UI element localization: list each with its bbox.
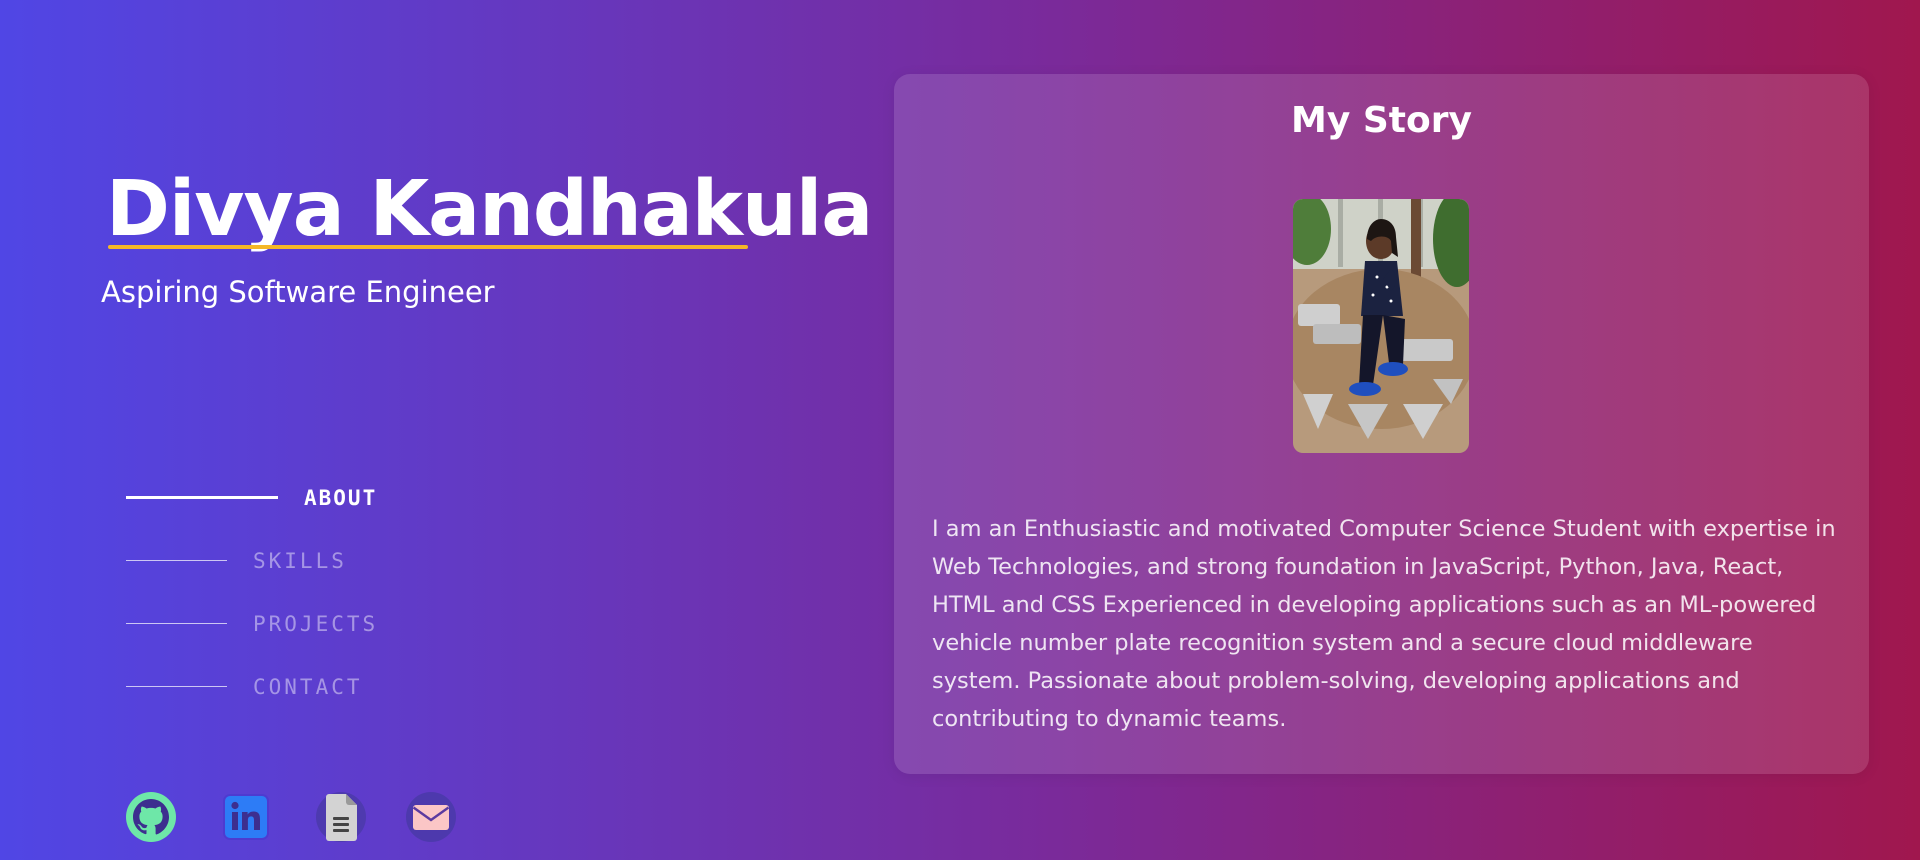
name-underline [108, 245, 748, 249]
nav-item-about[interactable]: ABOUT [126, 466, 378, 529]
nav-item-contact[interactable]: CONTACT [126, 655, 378, 718]
linkedin-icon [223, 794, 269, 840]
profile-photo [1293, 199, 1469, 453]
hero-role: Aspiring Software Engineer [101, 275, 495, 309]
nav-indicator-line [126, 623, 227, 624]
story-text: I am an Enthusiastic and motivated Compu… [932, 516, 1836, 732]
story-card: My Story I am an Enthusiastic and motiva… [894, 74, 1869, 774]
document-icon [316, 792, 366, 842]
nav-item-projects[interactable]: PROJECTS [126, 592, 378, 655]
github-icon [126, 792, 176, 842]
nav-item-skills[interactable]: SKILLS [126, 529, 378, 592]
story-title: My Story [1291, 100, 1472, 141]
social-links [126, 792, 501, 842]
resume-link[interactable] [316, 792, 366, 842]
envelope-icon [406, 792, 456, 842]
nav-label-projects: PROJECTS [253, 611, 379, 636]
nav-indicator-line [126, 686, 227, 687]
portfolio-page: Divya Kandhakula Aspiring Software Engin… [0, 0, 1920, 860]
linkedin-link[interactable] [221, 792, 271, 842]
email-link[interactable] [406, 792, 456, 842]
nav-label-contact: CONTACT [253, 674, 363, 699]
github-link[interactable] [126, 792, 176, 842]
nav-indicator-line [126, 496, 278, 499]
nav-label-about: ABOUT [304, 485, 378, 510]
section-nav: ABOUT SKILLS PROJECTS CONTACT [126, 466, 378, 718]
nav-label-skills: SKILLS [253, 548, 347, 573]
profile-photo-illustration [1293, 199, 1469, 453]
nav-indicator-line [126, 560, 227, 561]
